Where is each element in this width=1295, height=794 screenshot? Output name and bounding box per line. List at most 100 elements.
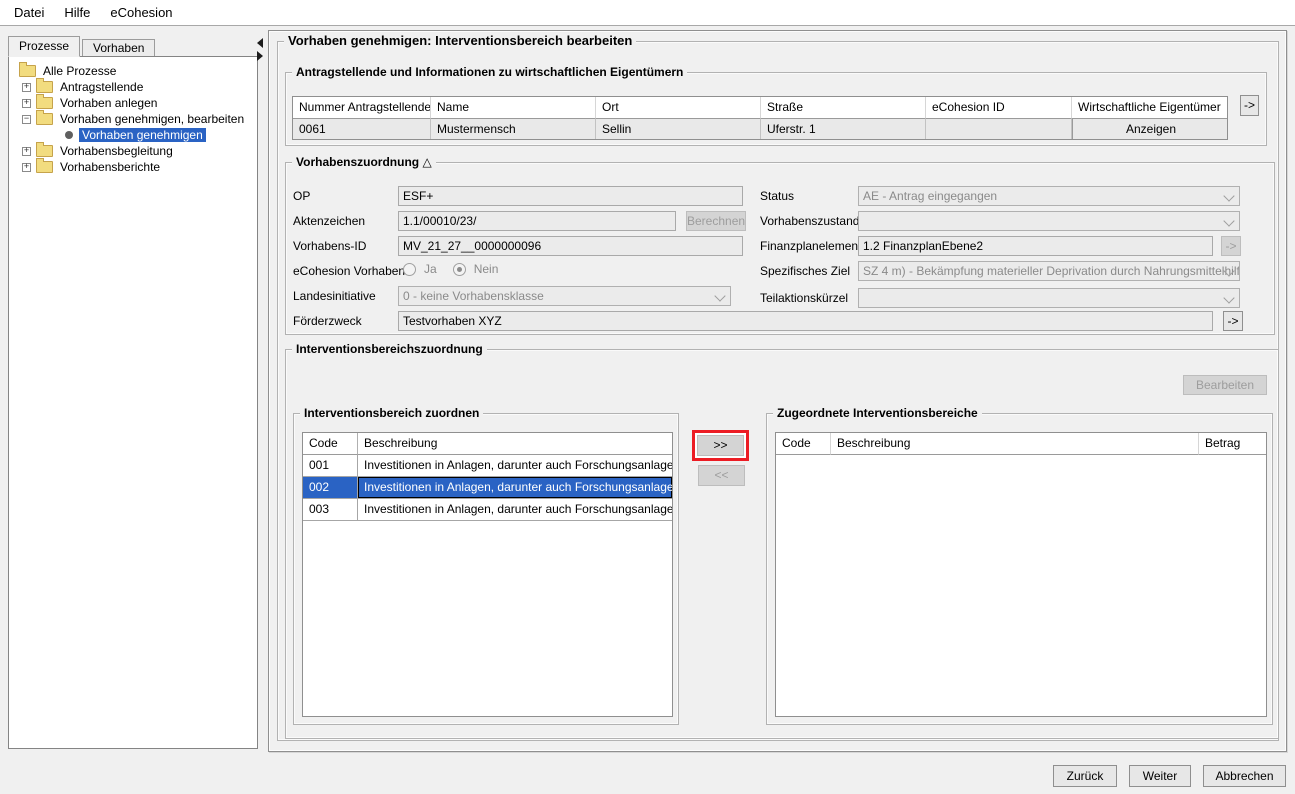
expander-plus-icon[interactable]	[22, 99, 31, 108]
group-antragstellende: Antragstellende und Informationen zu wir…	[285, 72, 1267, 146]
berechnen-button: Berechnen	[686, 211, 746, 231]
cell-strasse: Uferstr. 1	[761, 119, 926, 140]
folder-icon	[36, 161, 53, 173]
weiter-button[interactable]: Weiter	[1129, 765, 1191, 787]
foerderzweck-field[interactable]: Testvorhaben XYZ	[398, 311, 1213, 331]
tree-item-vorhaben-genehmigen-bearbeiten[interactable]: Vorhaben genehmigen, bearbeiten	[9, 111, 257, 127]
tree-item-vorhabensberichte[interactable]: Vorhabensberichte	[9, 159, 257, 175]
splitter-collapse-left-icon[interactable]	[257, 38, 263, 48]
cell-ecohesion-id	[926, 119, 1072, 140]
landesinitiative-dropdown: 0 - keine Vorhabensklasse	[398, 286, 731, 306]
foerderzweck-arrow-button[interactable]: ->	[1223, 311, 1243, 331]
applicants-table: Nummer Antragstellende Name Ort Straße e…	[292, 96, 1228, 140]
finanzplanelement-label: Finanzplanelement	[760, 239, 861, 253]
tree-item-antragstellende[interactable]: Antragstellende	[9, 79, 257, 95]
expander-plus-icon[interactable]	[22, 147, 31, 156]
ecohesion-radio-group: Ja Nein	[403, 262, 498, 276]
op-label: OP	[293, 189, 310, 203]
menu-item-ecohesion[interactable]: eCohesion	[101, 3, 181, 22]
splitter-collapse-right-icon[interactable]	[257, 51, 263, 61]
landesinitiative-value: 0 - keine Vorhabensklasse	[403, 289, 544, 303]
spezifisches-ziel-dropdown: SZ 4 m) - Bekämpfung materieller Depriva…	[858, 261, 1240, 281]
process-tree: Alle Prozesse Antragstellende Vorhaben a…	[8, 56, 258, 749]
expander-plus-icon[interactable]	[22, 83, 31, 92]
page-title: Vorhaben genehmigen: Interventionsbereic…	[284, 33, 636, 48]
tree-item-label: Antragstellende	[57, 80, 146, 94]
cell-beschreibung: Investitionen in Anlagen, darunter auch …	[358, 477, 672, 499]
teilaktionskuerzel-dropdown	[858, 288, 1240, 308]
folder-icon	[36, 81, 53, 93]
column-header-strasse[interactable]: Straße	[761, 97, 926, 119]
chevron-down-icon	[714, 290, 725, 301]
available-interventions-table: Code Beschreibung 001 Investitionen in A…	[302, 432, 673, 717]
applicant-row[interactable]: 0061 Mustermensch Sellin Uferstr. 1 Anze…	[293, 119, 1227, 140]
available-table-header: Code Beschreibung	[303, 433, 672, 455]
column-header-code[interactable]: Code	[303, 433, 358, 455]
column-header-wirtschaftliche-eigentuemer[interactable]: Wirtschaftliche Eigentümer	[1072, 97, 1228, 119]
aktenzeichen-field[interactable]: 1.1/00010/23/	[398, 211, 676, 231]
tree-item-alle-prozesse[interactable]: Alle Prozesse	[9, 63, 257, 79]
finanzplanelement-field[interactable]: 1.2 FinanzplanEbene2	[858, 236, 1213, 256]
tree-item-label: Vorhaben anlegen	[57, 96, 160, 110]
add-intervention-button[interactable]: >>	[697, 435, 744, 456]
spezifisches-ziel-label: Spezifisches Ziel	[760, 264, 850, 278]
warning-triangle-icon: △	[422, 155, 431, 169]
cell-nummer: 0061	[293, 119, 431, 140]
assigned-table-header: Code Beschreibung Betrag	[776, 433, 1266, 455]
landesinitiative-label: Landesinitiative	[293, 289, 376, 303]
group-zugeordnete-interventionsbereiche: Zugeordnete Interventionsbereiche Code B…	[766, 413, 1273, 725]
vorhabenszustand-dropdown	[858, 211, 1240, 231]
column-header-beschreibung[interactable]: Beschreibung	[831, 433, 1199, 455]
tab-vorhaben[interactable]: Vorhaben	[82, 39, 155, 57]
group-vorhaben-genehmigen: Vorhaben genehmigen: Interventionsbereic…	[277, 41, 1279, 741]
column-header-ort[interactable]: Ort	[596, 97, 761, 119]
zurueck-button[interactable]: Zurück	[1053, 765, 1117, 787]
chevron-down-icon	[1223, 215, 1234, 226]
cell-code: 003	[303, 499, 358, 521]
tab-prozesse[interactable]: Prozesse	[8, 36, 80, 57]
ecohesion-vorhaben-label: eCohesion Vorhaben	[293, 264, 405, 278]
column-header-code[interactable]: Code	[776, 433, 831, 455]
teilaktionskuerzel-label: Teilaktionskürzel	[760, 291, 848, 305]
chevron-down-icon	[1223, 292, 1234, 303]
bearbeiten-button: Bearbeiten	[1183, 375, 1267, 395]
tree-item-label: Vorhabensbegleitung	[57, 144, 176, 158]
cell-beschreibung: Investitionen in Anlagen, darunter auch …	[358, 499, 672, 521]
group-title-text: Vorhabenszuordnung	[296, 155, 419, 169]
applicants-table-header: Nummer Antragstellende Name Ort Straße e…	[293, 97, 1227, 119]
tree-item-vorhabensbegleitung[interactable]: Vorhabensbegleitung	[9, 143, 257, 159]
group-intervention-title: Interventionsbereichszuordnung	[292, 342, 487, 356]
menu-item-hilfe[interactable]: Hilfe	[55, 3, 99, 22]
cell-beschreibung: Investitionen in Anlagen, darunter auch …	[358, 455, 672, 477]
tree-item-label: Vorhaben genehmigen, bearbeiten	[57, 112, 247, 126]
intervention-row-003[interactable]: 003 Investitionen in Anlagen, darunter a…	[303, 499, 672, 521]
intervention-row-001[interactable]: 001 Investitionen in Anlagen, darunter a…	[303, 455, 672, 477]
vorhabenszustand-label: Vorhabenszustand	[760, 214, 859, 228]
column-header-betrag[interactable]: Betrag	[1199, 433, 1266, 455]
radio-nein-label: Nein	[474, 262, 499, 276]
column-header-beschreibung[interactable]: Beschreibung	[358, 433, 672, 455]
cell-code: 001	[303, 455, 358, 477]
abbrechen-button[interactable]: Abbrechen	[1203, 765, 1286, 787]
column-header-name[interactable]: Name	[431, 97, 596, 119]
cell-code: 002	[303, 477, 358, 499]
radio-ja-icon	[403, 263, 416, 276]
tree-item-label: Alle Prozesse	[40, 64, 119, 78]
intervention-row-002-selected[interactable]: 002 Investitionen in Anlagen, darunter a…	[303, 477, 672, 499]
cell-ort: Sellin	[596, 119, 761, 140]
group-assigned-title: Zugeordnete Interventionsbereiche	[773, 406, 982, 420]
aktenzeichen-label: Aktenzeichen	[293, 214, 365, 228]
op-field[interactable]: ESF+	[398, 186, 743, 206]
tree-item-vorhaben-genehmigen[interactable]: Vorhaben genehmigen	[9, 127, 257, 143]
expander-plus-icon[interactable]	[22, 163, 31, 172]
tree-item-vorhaben-anlegen[interactable]: Vorhaben anlegen	[9, 95, 257, 111]
column-header-nummer[interactable]: Nummer Antragstellende	[293, 97, 431, 119]
tree-item-label-selected: Vorhaben genehmigen	[79, 128, 206, 142]
vorhabens-id-field[interactable]: MV_21_27__0000000096	[398, 236, 743, 256]
expander-minus-icon[interactable]	[22, 115, 31, 124]
menu-item-datei[interactable]: Datei	[5, 3, 53, 22]
cell-name: Mustermensch	[431, 119, 596, 140]
column-header-ecohesion-id[interactable]: eCohesion ID	[926, 97, 1072, 119]
applicants-detail-arrow-button[interactable]: ->	[1240, 95, 1259, 116]
anzeigen-button[interactable]: Anzeigen	[1072, 119, 1228, 140]
